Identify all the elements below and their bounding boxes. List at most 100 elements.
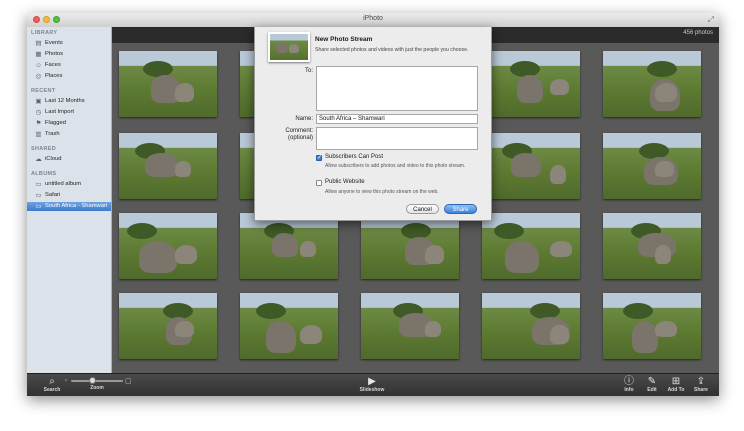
sidebar-item-label: Last 12 Months (45, 98, 85, 104)
zoom-label: Zoom (90, 385, 104, 391)
plus-box-icon: ⊞ (671, 376, 681, 387)
sidebar: LIBRARY ▤ Events ▦ Photos ☺ Faces ◎ Places RECENT… (27, 27, 112, 373)
zoom-large-icon: ▢ (125, 378, 132, 385)
to-label: To: (304, 68, 313, 74)
photo-thumbnail[interactable] (361, 293, 459, 359)
zoom-slider-track[interactable] (71, 380, 123, 382)
dialog-title: New Photo Stream (315, 36, 373, 43)
info-icon: ⓘ (624, 376, 634, 387)
name-field[interactable]: South Africa – Shamwari (316, 114, 478, 124)
sidebar-item-label: Photos (45, 51, 64, 57)
sidebar-item-label: Safari (45, 192, 61, 198)
sidebar-item-label: Last Import (45, 109, 74, 115)
sidebar-item-label: iCloud (45, 156, 62, 162)
new-photo-stream-dialog: New Photo Stream Share selected photos a… (254, 27, 492, 221)
photo-thumbnail[interactable] (482, 51, 580, 117)
clock-icon: ◷ (35, 109, 42, 116)
sidebar-item-label: Events (45, 40, 63, 46)
public-website-label: Public Website (325, 179, 365, 185)
info-label: Info (624, 387, 634, 393)
window-title: iPhoto (363, 15, 383, 22)
sidebar-item-label: Faces (45, 62, 61, 68)
search-button[interactable]: ⌕ Search (37, 376, 67, 394)
share-toolbar-label: Share (694, 387, 708, 393)
info-button[interactable]: ⓘ Info (617, 376, 641, 394)
subscribers-can-post-label: Subscribers Can Post (325, 154, 384, 160)
slideshow-button[interactable]: ▶ Slideshow (355, 376, 389, 394)
trash-icon: ▥ (35, 131, 42, 138)
subscribers-can-post-description: Allow subscribers to add photos and vide… (325, 163, 466, 169)
photo-thumbnail[interactable] (361, 213, 459, 279)
photo-thumbnail[interactable] (119, 133, 217, 199)
sidebar-item[interactable]: ◎ Places (27, 72, 111, 81)
photo-thumbnail[interactable] (482, 293, 580, 359)
sidebar-item[interactable]: ▭ South Africa - Shamwari (27, 202, 111, 211)
photo-thumbnail[interactable] (603, 293, 701, 359)
sidebar-item[interactable]: ▦ Photos (27, 50, 111, 59)
share-toolbar-button[interactable]: ⇪ Share (688, 376, 714, 394)
title-bar: iPhoto ⤢ (27, 13, 719, 28)
to-field[interactable] (316, 66, 478, 111)
photo-count: 456 photos (683, 30, 713, 36)
photo-thumbnail[interactable] (119, 51, 217, 117)
pencil-icon: ✎ (647, 376, 657, 387)
photo-thumbnail[interactable] (603, 51, 701, 117)
sidebar-item[interactable]: ☁ iCloud (27, 155, 111, 164)
faces-icon: ☺ (35, 62, 42, 69)
album-icon: ▭ (35, 192, 42, 199)
comment-label: Comment: (285, 128, 313, 134)
subscribers-can-post-checkbox[interactable] (316, 154, 322, 161)
sidebar-item[interactable]: ▥ Trash (27, 130, 111, 139)
sidebar-item-label: Flagged (45, 120, 66, 126)
sidebar-item[interactable]: ▭ untitled album (27, 180, 111, 189)
dialog-subtitle: Share selected photos and videos with ju… (315, 47, 469, 53)
photo-thumbnail[interactable] (482, 213, 580, 279)
sidebar-item-label: South Africa - Shamwari (45, 203, 108, 209)
sidebar-item[interactable]: ◷ Last Import (27, 108, 111, 117)
sidebar-item[interactable]: ▭ Safari (27, 191, 111, 200)
photos-icon: ▦ (35, 51, 42, 58)
sidebar-item[interactable]: ▣ Last 12 Months (27, 97, 111, 106)
sidebar-section-header: ALBUMS (31, 171, 57, 177)
add-to-label: Add To (667, 387, 685, 393)
photo-thumbnail[interactable] (119, 213, 217, 279)
name-label: Name: (295, 116, 313, 122)
sidebar-item-label: untitled album (45, 181, 82, 187)
comment-field[interactable] (316, 127, 478, 150)
slideshow-label: Slideshow (359, 387, 385, 393)
album-icon: ▭ (35, 181, 42, 188)
sidebar-item-label: Places (45, 73, 63, 79)
public-website-checkbox[interactable] (316, 180, 322, 186)
sidebar-section-header: RECENT (31, 88, 56, 94)
sidebar-item[interactable]: ☺ Faces (27, 61, 111, 70)
comment-optional-label: (optional) (287, 135, 313, 141)
sidebar-item[interactable]: ⚑ Flagged (27, 119, 111, 128)
bottom-toolbar: ⌕ Search ▫ ▢ Zoom ▶ Slideshow ⓘ Info ✎ E… (27, 373, 719, 396)
photo-thumbnail[interactable] (603, 133, 701, 199)
public-website-description: Allow anyone to view this photo stream o… (325, 189, 439, 195)
sidebar-item-label: Trash (45, 131, 60, 137)
sidebar-section-header: SHARED (31, 146, 57, 152)
photo-thumbnail[interactable] (119, 293, 217, 359)
zoom-control: Zoom (82, 385, 112, 392)
search-icon: ⌕ (49, 376, 55, 387)
photo-thumbnail[interactable] (603, 213, 701, 279)
sidebar-item[interactable]: ▤ Events (27, 39, 111, 48)
calendar-icon: ▣ (35, 98, 42, 105)
events-icon: ▤ (35, 40, 42, 47)
photo-thumbnail[interactable] (240, 213, 338, 279)
zoom-small-icon: ▫ (65, 378, 68, 384)
photo-thumbnail[interactable] (240, 293, 338, 359)
cancel-button[interactable]: Cancel (406, 204, 439, 214)
fullscreen-icon[interactable]: ⤢ (708, 15, 714, 25)
add-to-button[interactable]: ⊞ Add To (663, 376, 689, 394)
share-icon: ⇪ (696, 376, 706, 387)
share-button[interactable]: Share (444, 204, 477, 214)
selected-photos-preview (268, 32, 310, 62)
photo-thumbnail[interactable] (482, 133, 580, 199)
sidebar-section-header: LIBRARY (31, 30, 58, 36)
edit-button[interactable]: ✎ Edit (640, 376, 664, 394)
zoom-slider-knob[interactable] (89, 377, 96, 384)
icloud-icon: ☁ (35, 156, 42, 163)
places-icon: ◎ (35, 73, 42, 80)
